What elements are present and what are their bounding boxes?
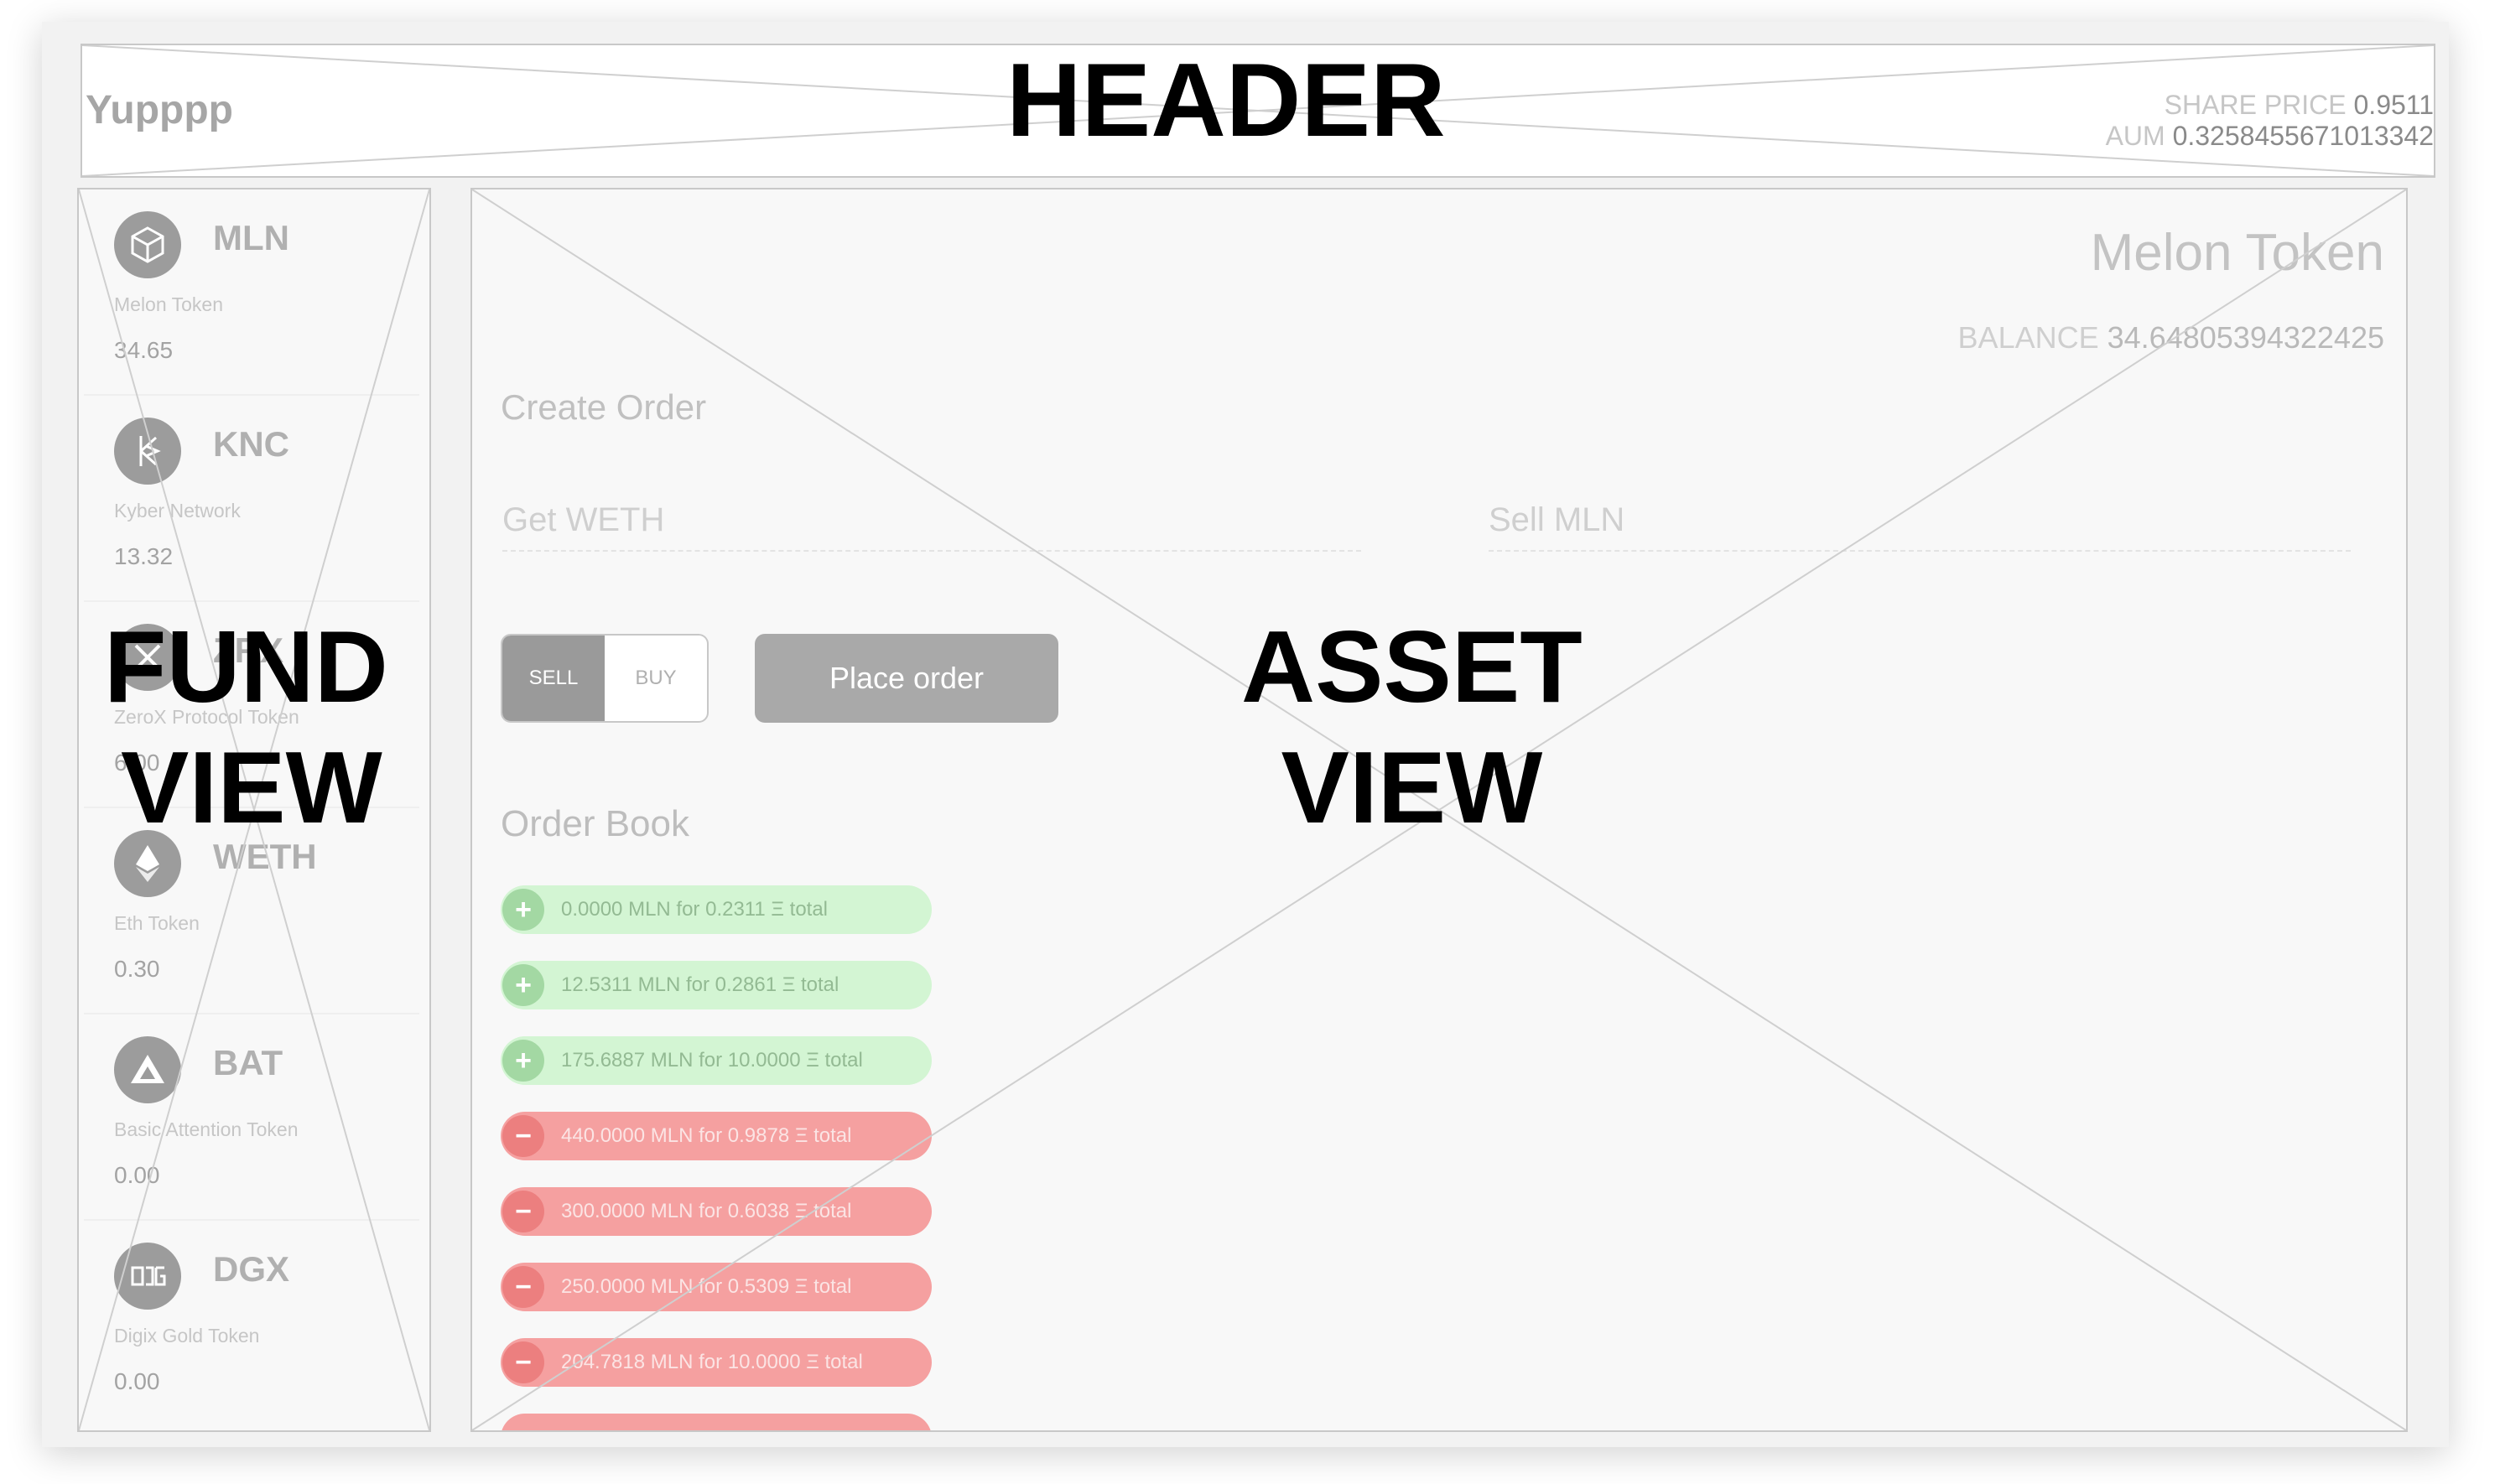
share-price: SHARE PRICE 0.9511 [2165,90,2434,121]
order-book-row[interactable]: − 250.0000 MLN for 0.5309 Ξ total [501,1263,932,1311]
dgx-icon [114,1243,181,1310]
aum-label: AUM [2105,121,2165,151]
asset-name: Kyber Network [114,500,241,521]
order-text: 12.5311 MLN for 0.2861 Ξ total [561,973,839,996]
asset-symbol: BAT [213,1043,283,1082]
asset-balance: 0.00 [114,1162,160,1188]
minus-icon: − [502,1341,544,1383]
asset-balance: 34.65 [114,337,174,363]
asset-card-dgx[interactable]: DGX Digix Gold Token 0.00 [84,1221,419,1425]
balance-value: 34.64805394322425 [2107,320,2384,355]
order-book-row[interactable]: + 0.0000 MLN for 0.2311 Ξ total [501,885,932,934]
aum: AUM 0.3258455671013342 [2106,121,2434,152]
asset-balance: 0.00 [114,1368,160,1394]
plus-icon: + [502,964,544,1006]
header-overlay-label: HEADER [1006,43,1446,158]
share-price-value: 0.9511 [2353,90,2435,120]
asset-balance: 13.32 [114,543,174,569]
create-order-title: Create Order [501,387,707,427]
asset-name: Eth Token [114,912,200,934]
minus-icon: − [502,1115,544,1157]
melon-cube-icon [114,211,181,278]
order-text: 0.0000 MLN for 0.2311 Ξ total [561,898,829,921]
plus-icon: + [502,1040,544,1082]
sell-mln-field [1489,488,2351,552]
order-book-row[interactable]: − 204.7818 MLN for 10.0000 Ξ total [501,1338,932,1387]
token-title: Melon Token [2090,224,2384,282]
order-book-row[interactable]: + 12.5311 MLN for 0.2861 Ξ total [501,961,932,1009]
asset-view-overlay-label: ASSET VIEW [1241,615,1583,838]
order-text: 175.6887 MLN for 10.0000 Ξ total [561,1049,863,1071]
asset-name: Basic Attention Token [114,1118,299,1140]
asset-symbol: MLN [213,218,289,257]
plus-icon: + [502,889,544,931]
aum-value: 0.3258455671013342 [2172,121,2434,151]
order-book-row[interactable]: + 175.6887 MLN for 10.0000 Ξ total [501,1036,932,1085]
order-text: 300.0000 MLN for 0.6038 Ξ total [561,1200,852,1222]
sell-mln-input[interactable] [1489,489,2351,552]
balance-label: BALANCE [1957,320,2099,355]
asset-card-mln[interactable]: MLN Melon Token 34.65 [84,189,419,396]
order-book-row-partial[interactable] [501,1414,932,1430]
fund-view-overlay-label: FUND VIEW [104,615,388,838]
order-side-toggle[interactable]: SELL BUY [501,634,709,723]
minus-icon: − [502,1191,544,1232]
asset-card-bat[interactable]: BAT Basic Attention Token 0.00 [84,1014,419,1221]
asset-balance: 0.30 [114,956,160,982]
token-balance: BALANCE 34.64805394322425 [1958,320,2384,355]
share-price-label: SHARE PRICE [2164,90,2347,120]
asset-symbol: KNC [213,424,289,464]
asset-symbol: DGX [213,1249,290,1289]
asset-name: Digix Gold Token [114,1325,260,1346]
asset-view-label-line1: ASSET [1241,610,1583,724]
asset-card-knc[interactable]: KNC Kyber Network 13.32 [84,396,419,602]
bat-triangle-icon [114,1036,181,1103]
kyber-icon [114,418,181,485]
asset-view-label-line2: VIEW [1281,730,1543,844]
fund-name: Yupppp [86,88,233,132]
get-weth-input[interactable] [502,489,1361,552]
get-weth-field [502,488,1361,552]
toggle-sell-option[interactable]: SELL [502,636,605,721]
order-book-row[interactable]: − 300.0000 MLN for 0.6038 Ξ total [501,1187,932,1236]
place-order-button[interactable]: Place order [755,634,1058,723]
order-book-title: Order Book [501,803,689,844]
order-text: 204.7818 MLN for 10.0000 Ξ total [561,1351,863,1373]
asset-name: Melon Token [114,293,223,315]
order-text: 250.0000 MLN for 0.5309 Ξ total [561,1275,852,1298]
toggle-buy-option[interactable]: BUY [605,636,707,721]
fund-view-label-line2: VIEW [121,730,382,844]
order-book-row[interactable]: − 440.0000 MLN for 0.9878 Ξ total [501,1112,932,1160]
order-text: 440.0000 MLN for 0.9878 Ξ total [561,1124,852,1147]
fund-view-label-line1: FUND [104,610,388,724]
minus-icon: − [502,1266,544,1308]
